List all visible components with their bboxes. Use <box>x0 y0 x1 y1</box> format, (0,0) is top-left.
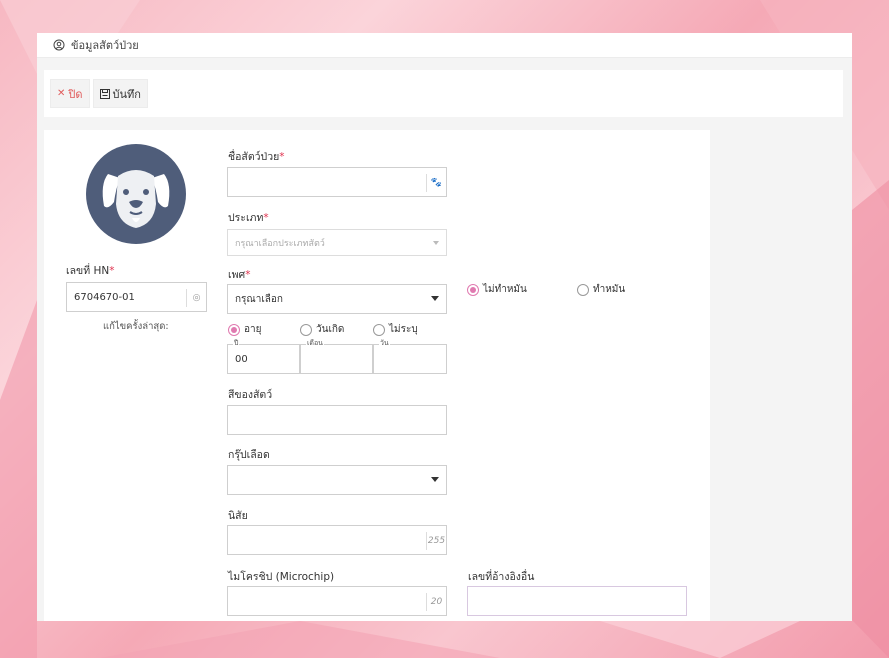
radio-birthdate-label: วันเกิด <box>316 324 345 335</box>
microchip-label: ไมโครชิป (Microchip) <box>228 571 335 583</box>
radio-not-neutered[interactable]: ไม่ทำหมัน <box>467 282 527 297</box>
last-edit-label: แก้ไขครั้งล่าสุด: <box>103 321 169 332</box>
close-button[interactable]: ✕ ปิด <box>50 79 90 108</box>
pet-avatar[interactable] <box>86 144 186 244</box>
window-titlebar: ข้อมูลสัตว์ป่วย <box>37 33 852 58</box>
sex-label: เพศ* <box>228 269 251 281</box>
habit-label: นิสัย <box>228 510 248 522</box>
hn-field[interactable]: 6704670-01 ◎ <box>66 282 207 312</box>
save-button[interactable]: บันทึก <box>92 79 148 108</box>
age-year-value: 00 <box>235 354 248 365</box>
radio-age[interactable]: อายุ <box>228 322 261 337</box>
save-button-label: บันทึก <box>112 87 141 101</box>
age-day-input[interactable]: วัน <box>373 338 447 374</box>
color-input[interactable] <box>227 405 447 435</box>
microchip-char-counter: 20 <box>426 593 446 611</box>
age-month-caption: เดือน <box>306 338 324 349</box>
radio-unspecified-label: ไม่ระบุ <box>389 324 418 335</box>
chevron-down-icon <box>431 296 439 301</box>
radio-age-label: อายุ <box>244 324 262 335</box>
radio-neutered-label: ทำหมัน <box>593 284 626 295</box>
pet-name-label: ชื่อสัตว์ป่วย* <box>228 151 285 163</box>
user-circle-icon <box>53 39 65 51</box>
chevron-down-icon <box>433 241 439 245</box>
type-select[interactable]: กรุณาเลือกประเภทสัตว์ <box>227 229 447 256</box>
patient-form-card: เลขที่ HN* 6704670-01 ◎ แก้ไขครั้งล่าสุด… <box>44 130 710 621</box>
blood-group-label: กรุ๊ปเลือด <box>228 449 270 461</box>
save-icon <box>99 88 110 99</box>
type-label-text: ประเภท <box>228 212 264 224</box>
pet-name-label-text: ชื่อสัตว์ป่วย <box>228 151 280 163</box>
radio-dot <box>467 283 479 296</box>
sex-value: กรุณาเลือก <box>235 293 283 305</box>
radio-dot <box>373 323 385 336</box>
sex-label-text: เพศ <box>228 269 246 281</box>
color-label: สีของสัตว์ <box>228 389 273 401</box>
sex-select[interactable]: กรุณาเลือก <box>227 284 447 314</box>
chevron-down-icon <box>431 477 439 482</box>
close-button-label: ปิด <box>68 87 83 101</box>
other-ref-label: เลขที่อ้างอิงอื่น <box>468 571 535 583</box>
radio-not-neutered-label: ไม่ทำหมัน <box>483 284 527 295</box>
microchip-input[interactable]: 20 <box>227 586 447 616</box>
radio-neutered[interactable]: ทำหมัน <box>577 282 625 297</box>
other-ref-input[interactable] <box>467 586 687 616</box>
x-icon: ✕ <box>57 88 66 99</box>
scan-icon[interactable]: ◎ <box>186 289 206 307</box>
toolbar: ✕ ปิด บันทึก <box>44 70 843 117</box>
radio-dot <box>577 283 589 296</box>
paw-icon: 🐾 <box>426 174 446 192</box>
habit-input[interactable]: 255 <box>227 525 447 555</box>
age-month-input[interactable]: เดือน <box>300 338 373 374</box>
age-day-caption: วัน <box>379 338 390 349</box>
pet-name-input[interactable]: 🐾 <box>227 167 447 197</box>
radio-unspecified[interactable]: ไม่ระบุ <box>373 322 418 337</box>
radio-birthdate[interactable]: วันเกิด <box>300 322 344 337</box>
hn-label-text: เลขที่ HN <box>66 265 110 277</box>
radio-dot <box>300 323 312 336</box>
window-title: ข้อมูลสัตว์ป่วย <box>71 39 139 52</box>
hn-value: 6704670-01 <box>74 291 135 303</box>
habit-char-counter: 255 <box>426 532 446 550</box>
radio-dot <box>228 323 240 336</box>
age-year-input[interactable]: ปี 00 <box>227 338 300 374</box>
type-placeholder: กรุณาเลือกประเภทสัตว์ <box>235 238 325 249</box>
age-year-caption: ปี <box>233 338 240 349</box>
type-label: ประเภท* <box>228 212 269 224</box>
patient-info-window: ข้อมูลสัตว์ป่วย ✕ ปิด บันทึก เลขที่ HN* … <box>37 33 852 621</box>
hn-label: เลขที่ HN* <box>66 265 115 277</box>
blood-group-select[interactable] <box>227 465 447 495</box>
